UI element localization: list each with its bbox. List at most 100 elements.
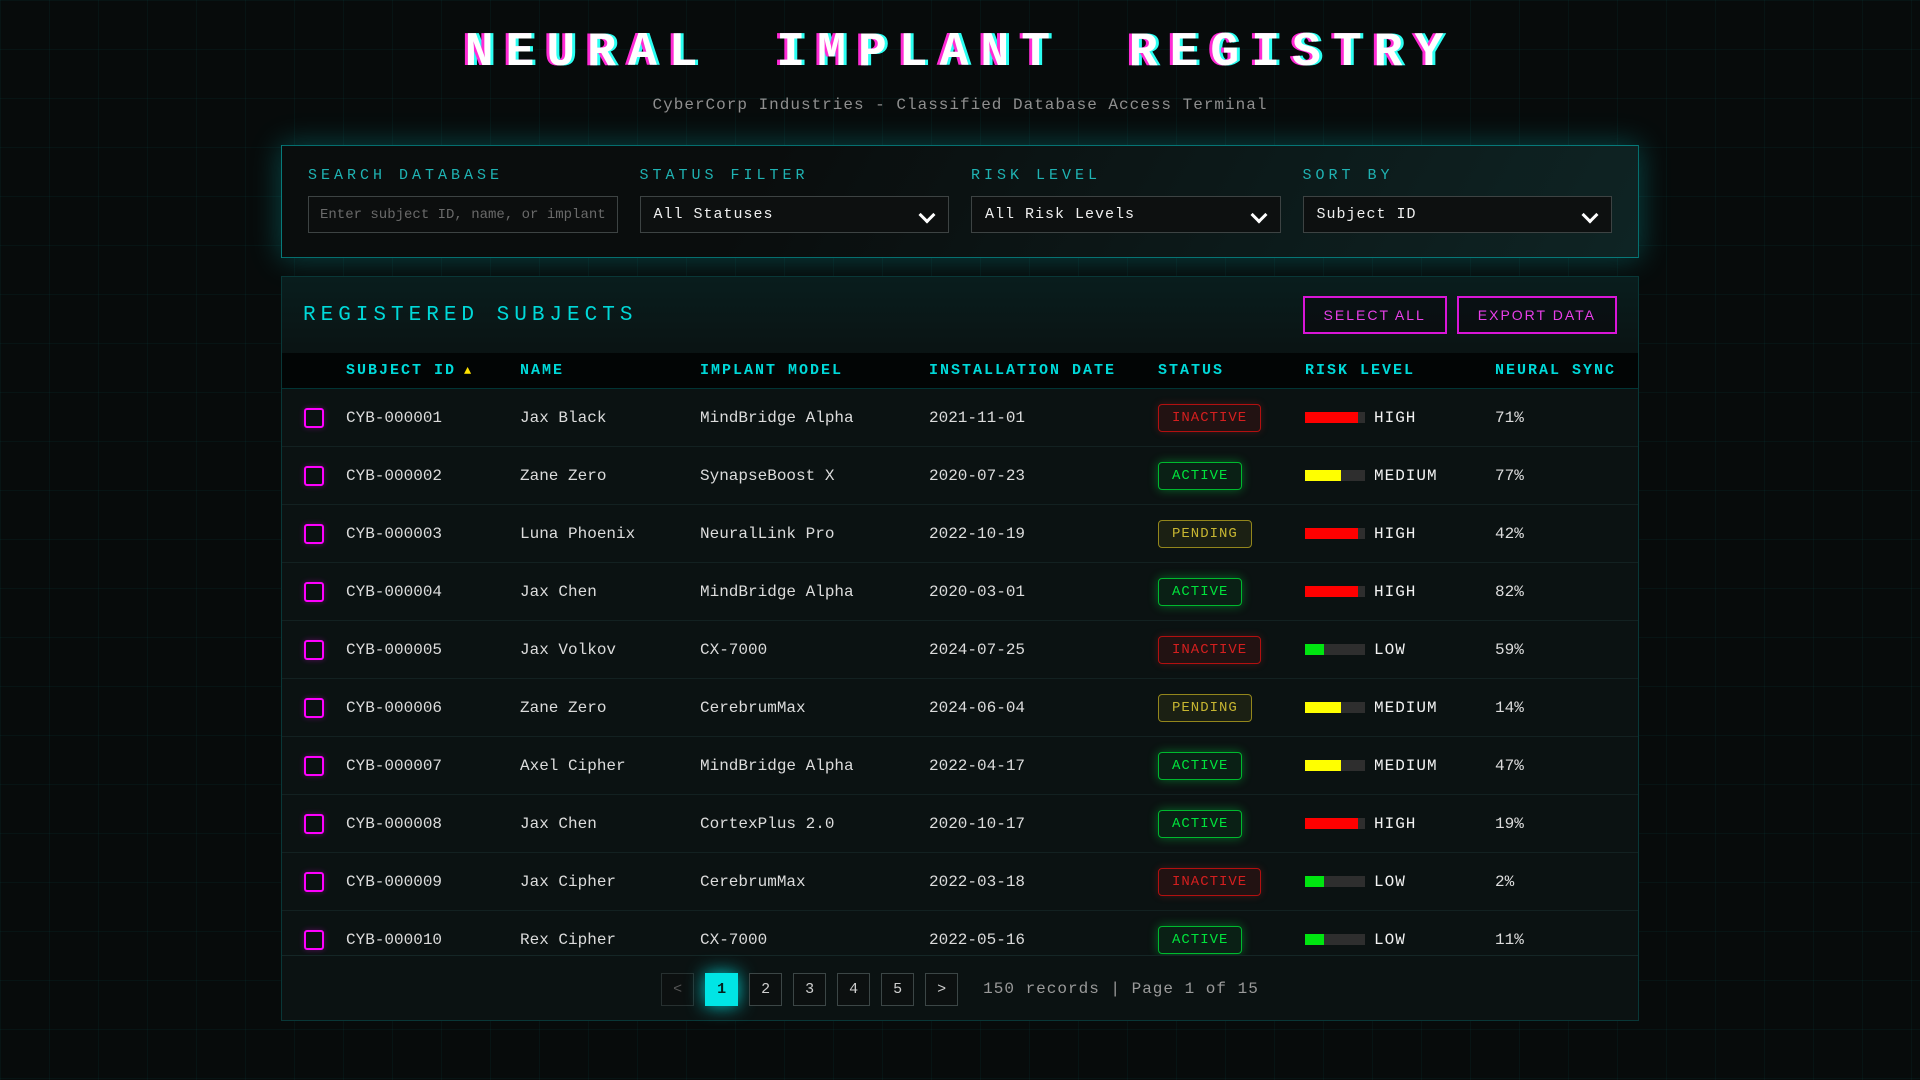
column-header-name[interactable]: NAME [520,362,700,379]
cell-neural-sync: 19% [1495,815,1638,833]
row-checkbox[interactable] [304,582,324,602]
records-page-info: 150 records | Page 1 of 15 [983,980,1259,998]
cell-implant-model: MindBridge Alpha [700,757,929,775]
cell-risk-level: LOW [1305,873,1495,891]
row-checkbox[interactable] [304,698,324,718]
panel-actions: SELECT ALL EXPORT DATA [1303,296,1617,334]
row-checkbox[interactable] [304,756,324,776]
cell-subject-id: CYB-000009 [346,873,520,891]
risk-bar [1305,528,1365,539]
status-filter-select[interactable]: All Statuses [640,196,950,233]
risk-bar [1305,760,1365,771]
search-label: SEARCH DATABASE [308,167,618,184]
column-header-implant-model[interactable]: IMPLANT MODEL [700,362,929,379]
column-header-subject-id[interactable]: SUBJECT ID▲ [346,362,520,379]
risk-label: LOW [1374,931,1406,949]
cell-neural-sync: 2% [1495,873,1638,891]
risk-bar [1305,818,1365,829]
table-row: CYB-000006 Zane Zero CerebrumMax 2024-06… [282,679,1638,737]
cell-implant-model: CX-7000 [700,931,929,949]
table-row: CYB-000007 Axel Cipher MindBridge Alpha … [282,737,1638,795]
row-checkbox[interactable] [304,408,324,428]
cell-name: Jax Cipher [520,873,700,891]
page-button-1[interactable]: 1 [705,973,738,1006]
row-checkbox[interactable] [304,930,324,950]
table-row: CYB-000009 Jax Cipher CerebrumMax 2022-0… [282,853,1638,911]
cell-installation-date: 2021-11-01 [929,409,1158,427]
risk-bar-fill [1305,470,1341,481]
cell-neural-sync: 82% [1495,583,1638,601]
table-row: CYB-000004 Jax Chen MindBridge Alpha 202… [282,563,1638,621]
row-checkbox[interactable] [304,466,324,486]
cell-neural-sync: 71% [1495,409,1638,427]
status-badge: ACTIVE [1158,810,1242,838]
risk-bar-fill [1305,412,1358,423]
cell-installation-date: 2022-10-19 [929,525,1158,543]
risk-filter-group: RISK LEVEL All Risk Levels [971,167,1281,233]
export-data-button[interactable]: EXPORT DATA [1457,296,1617,334]
cell-neural-sync: 77% [1495,467,1638,485]
column-header-status[interactable]: STATUS [1158,362,1305,379]
cell-implant-model: CerebrumMax [700,699,929,717]
risk-label: MEDIUM [1374,757,1438,775]
sort-group: SORT BY Subject ID [1303,167,1613,233]
prev-page-button[interactable]: < [661,973,694,1006]
page-button-4[interactable]: 4 [837,973,870,1006]
cell-installation-date: 2022-05-16 [929,931,1158,949]
risk-filter-select[interactable]: All Risk Levels [971,196,1281,233]
page-subtitle: CyberCorp Industries - Classified Databa… [0,96,1920,114]
cell-name: Zane Zero [520,699,700,717]
page-button-5[interactable]: 5 [881,973,914,1006]
cell-implant-model: CerebrumMax [700,873,929,891]
cell-neural-sync: 42% [1495,525,1638,543]
status-filter-label: STATUS FILTER [640,167,950,184]
page-button-3[interactable]: 3 [793,973,826,1006]
status-badge: INACTIVE [1158,404,1261,432]
table-row: CYB-000008 Jax Chen CortexPlus 2.0 2020-… [282,795,1638,853]
risk-bar [1305,470,1365,481]
table-row: CYB-000010 Rex Cipher CX-7000 2022-05-16… [282,911,1638,955]
cell-subject-id: CYB-000010 [346,931,520,949]
row-checkbox[interactable] [304,640,324,660]
cell-installation-date: 2024-06-04 [929,699,1158,717]
cell-installation-date: 2024-07-25 [929,641,1158,659]
table-row: CYB-000002 Zane Zero SynapseBoost X 2020… [282,447,1638,505]
cell-risk-level: MEDIUM [1305,757,1495,775]
column-header-neural-sync[interactable]: NEURAL SYNC [1495,362,1638,379]
cell-risk-level: MEDIUM [1305,699,1495,717]
cell-risk-level: HIGH [1305,815,1495,833]
cell-risk-level: LOW [1305,931,1495,949]
risk-label: MEDIUM [1374,467,1438,485]
filter-panel: SEARCH DATABASE STATUS FILTER All Status… [281,145,1639,258]
risk-label: MEDIUM [1374,699,1438,717]
page-button-2[interactable]: 2 [749,973,782,1006]
risk-bar [1305,702,1365,713]
table-row: CYB-000003 Luna Phoenix NeuralLink Pro 2… [282,505,1638,563]
risk-bar-fill [1305,644,1324,655]
select-all-button[interactable]: SELECT ALL [1303,296,1447,334]
cell-implant-model: CX-7000 [700,641,929,659]
search-input[interactable] [308,196,618,233]
cell-risk-level: LOW [1305,641,1495,659]
cell-risk-level: HIGH [1305,525,1495,543]
cell-subject-id: CYB-000008 [346,815,520,833]
cell-neural-sync: 47% [1495,757,1638,775]
column-header-risk-level[interactable]: RISK LEVEL [1305,362,1495,379]
cell-name: Rex Cipher [520,931,700,949]
column-header-installation-date[interactable]: INSTALLATION DATE [929,362,1158,379]
status-badge: ACTIVE [1158,752,1242,780]
next-page-button[interactable]: > [925,973,958,1006]
row-checkbox[interactable] [304,524,324,544]
row-checkbox[interactable] [304,814,324,834]
risk-label: LOW [1374,641,1406,659]
table-row: CYB-000001 Jax Black MindBridge Alpha 20… [282,389,1638,447]
cell-implant-model: MindBridge Alpha [700,583,929,601]
table-body: CYB-000001 Jax Black MindBridge Alpha 20… [282,389,1638,955]
sort-select[interactable]: Subject ID [1303,196,1613,233]
cell-name: Jax Chen [520,583,700,601]
cell-neural-sync: 14% [1495,699,1638,717]
risk-label: HIGH [1374,583,1416,601]
row-checkbox[interactable] [304,872,324,892]
cell-subject-id: CYB-000004 [346,583,520,601]
search-group: SEARCH DATABASE [308,167,618,233]
